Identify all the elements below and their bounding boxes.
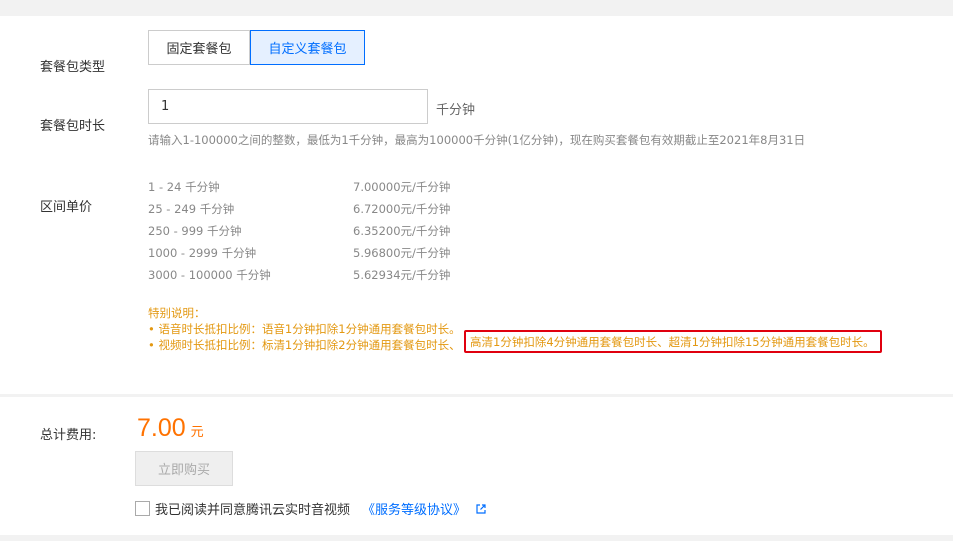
tier-price: 7.00000元/千分钟 (353, 180, 451, 194)
total-amount: 7.00 (137, 414, 186, 442)
external-link-icon[interactable] (476, 503, 486, 514)
tier-price: 6.35200元/千分钟 (353, 224, 451, 238)
tier-price: 6.72000元/千分钟 (353, 202, 451, 216)
package-type-label: 套餐包类型 (40, 60, 106, 75)
tier-price: 5.62934元/千分钟 (353, 268, 451, 282)
duration-label: 套餐包时长 (40, 119, 106, 134)
duration-unit: 千分钟 (436, 103, 476, 118)
tier-range: 3000 - 100000 千分钟 (148, 268, 271, 282)
agreement-checkbox[interactable] (135, 501, 150, 516)
special-notes: 特别说明： • 语音时长抵扣比例：语音1分钟扣除1分钟通用套餐包时长。 • 视频… (148, 305, 461, 353)
tier-pricing-label: 区间单价 (40, 200, 93, 215)
duration-hint: 请输入1-100000之间的整数，最低为1千分钟，最高为100000千分钟(1亿… (148, 133, 806, 147)
tier-range: 25 - 249 千分钟 (148, 202, 235, 216)
tier-range: 1000 - 2999 千分钟 (148, 246, 257, 260)
highlighted-video-deduction-note: 高清1分钟扣除4分钟通用套餐包时长、超清1分钟扣除15分钟通用套餐包时长。 (464, 330, 882, 353)
agreement-row: 我已阅读并同意腾讯云实时音视频 《服务等级协议》 (135, 499, 486, 518)
total-currency-unit: 元 (190, 424, 204, 439)
service-level-agreement-link[interactable]: 《服务等级协议》 (362, 499, 466, 518)
video-deduction-note: • 视频时长抵扣比例：标清1分钟扣除2分钟通用套餐包时长、 (148, 338, 461, 352)
custom-package-option[interactable]: 自定义套餐包 (250, 30, 365, 65)
voice-deduction-note: • 语音时长抵扣比例：语音1分钟扣除1分钟通用套餐包时长。 (148, 322, 461, 336)
duration-input[interactable] (148, 89, 428, 124)
total-cost-value: 7.00 元 (137, 414, 204, 443)
package-type-selector: 固定套餐包 自定义套餐包 (148, 30, 365, 65)
total-cost-label: 总计费用: (40, 428, 97, 443)
tier-price: 5.96800元/千分钟 (353, 246, 451, 260)
notes-title: 特别说明： (148, 306, 206, 320)
agreement-text: 我已阅读并同意腾讯云实时音视频 (155, 503, 351, 518)
fixed-package-option[interactable]: 固定套餐包 (148, 30, 250, 65)
tier-range: 250 - 999 千分钟 (148, 224, 242, 238)
tier-range: 1 - 24 千分钟 (148, 180, 220, 194)
buy-now-button[interactable]: 立即购买 (135, 451, 233, 486)
